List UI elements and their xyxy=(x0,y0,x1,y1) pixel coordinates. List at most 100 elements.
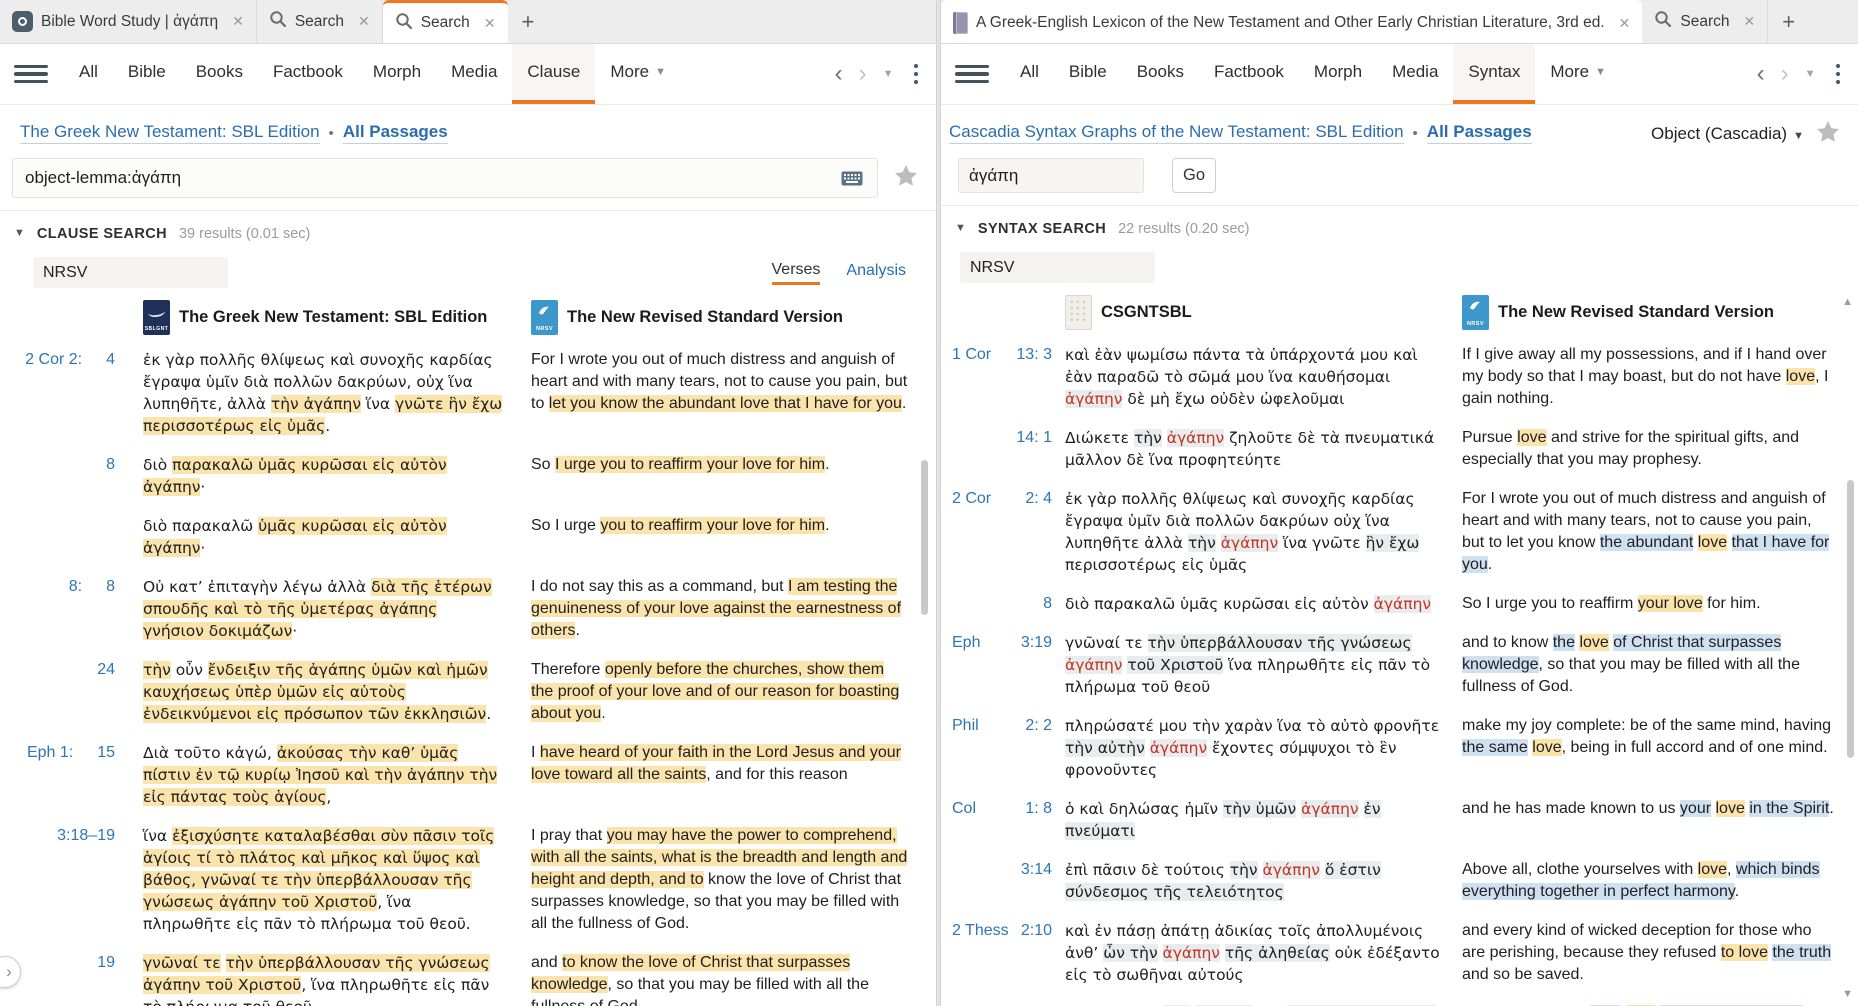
verse-number[interactable]: 2: 4 xyxy=(1025,488,1052,576)
reference-link[interactable]: Eph 1: xyxy=(27,742,73,808)
verse-number[interactable]: 3:19 xyxy=(1021,632,1052,698)
triangle-down-icon[interactable]: ▼ xyxy=(955,222,966,234)
back-button[interactable]: ‹ xyxy=(1757,62,1765,86)
tab-verses[interactable]: Verses xyxy=(771,261,821,285)
book-name[interactable]: Col xyxy=(952,798,976,842)
column-header-nrsv[interactable]: NRSV The New Revised Standard Version xyxy=(1462,295,1834,330)
toolbar-item-factbook[interactable]: Factbook xyxy=(1199,44,1299,104)
book-name[interactable]: 1 Cor xyxy=(952,344,991,410)
toolbar-item-syntax[interactable]: Syntax xyxy=(1453,44,1536,104)
verse-number[interactable]: 8 xyxy=(106,454,115,498)
highlight-segment: τὴν xyxy=(1187,534,1216,552)
forward-button[interactable]: › xyxy=(1781,62,1789,86)
highlight-segment: love xyxy=(1532,739,1562,756)
new-tab-button[interactable]: + xyxy=(508,10,549,33)
text-segment: and to know xyxy=(1462,634,1553,651)
toolbar-item-media[interactable]: Media xyxy=(436,44,512,104)
highlight-segment: love xyxy=(1715,800,1745,817)
back-button[interactable]: ‹ xyxy=(835,62,843,86)
verse-number[interactable]: 3:14 xyxy=(1021,859,1052,903)
all-passages-link[interactable]: All Passages xyxy=(1426,122,1532,144)
close-icon[interactable]: ✕ xyxy=(484,15,496,32)
toolbar-nav-controls: ‹ › ▼ xyxy=(1757,44,1844,104)
verse-number[interactable]: 2:10 xyxy=(1021,920,1052,986)
verse-number[interactable]: 24 xyxy=(97,659,115,725)
verse-number[interactable]: 3:18–19 xyxy=(57,825,115,935)
toolbar-item-media[interactable]: Media xyxy=(1377,44,1453,104)
scroll-down-arrow-icon[interactable]: ▼ xyxy=(1842,988,1853,1000)
toolbar-item-books[interactable]: Books xyxy=(181,44,258,104)
book-name[interactable]: 2 Thess xyxy=(952,920,1009,986)
history-dropdown-icon[interactable]: ▼ xyxy=(883,68,894,80)
toolbar-item-all[interactable]: All xyxy=(64,44,113,104)
book-name[interactable]: Phil xyxy=(952,715,979,781)
column-header-nrsv[interactable]: NRSV The New Revised Standard Version xyxy=(531,300,909,335)
scroll-up-arrow-icon[interactable]: ▲ xyxy=(1842,296,1853,308)
close-icon[interactable]: ✕ xyxy=(358,13,370,30)
favorite-star-icon[interactable] xyxy=(894,164,918,192)
triangle-down-icon[interactable]: ▼ xyxy=(14,227,25,239)
all-passages-link[interactable]: All Passages xyxy=(342,122,448,144)
close-icon[interactable]: ✕ xyxy=(1619,15,1631,32)
tab-search[interactable]: Search ✕ xyxy=(1642,0,1769,43)
right-section-header: ▼ SYNTAX SEARCH 22 results (0.20 sec) xyxy=(955,221,1858,237)
tab-search[interactable]: Search ✕ xyxy=(382,0,508,43)
column-header-sblgnt[interactable]: SBLGNT The Greek New Testament: SBL Edit… xyxy=(143,300,503,335)
toolbar-item-more[interactable]: More ▼ xyxy=(595,44,681,104)
verse-number[interactable]: 4 xyxy=(106,349,115,437)
version-selector-nrsv[interactable]: NRSV xyxy=(33,257,228,288)
book-name[interactable]: Eph xyxy=(952,632,980,698)
reference-link[interactable]: 2 Cor 2: xyxy=(25,349,82,437)
tab-search[interactable]: Search ✕ xyxy=(257,0,383,43)
text-segment: make my joy complete: be of the same min… xyxy=(1462,717,1832,734)
forward-button[interactable]: › xyxy=(859,62,867,86)
object-dropdown[interactable]: Object (Cascadia) ▼ xyxy=(1651,124,1804,144)
toolbar-item-books[interactable]: Books xyxy=(1122,44,1199,104)
tab-bible-word-study[interactable]: Bible Word Study | ἀγάπη ✕ xyxy=(0,0,257,43)
tab-a-greek-english[interactable]: A Greek-English Lexicon of the New Testa… xyxy=(941,0,1643,43)
tab-analysis[interactable]: Analysis xyxy=(846,262,906,283)
version-selector-nrsv[interactable]: NRSV xyxy=(960,252,1155,283)
syntax-search-input[interactable]: ἀγάπη xyxy=(958,158,1144,193)
verse-number[interactable]: 1: 8 xyxy=(1025,798,1052,842)
column-header-csgntsbl[interactable]: CSGNTSBL xyxy=(1065,295,1449,330)
toolbar-item-bible[interactable]: Bible xyxy=(113,44,181,104)
right-scrollbar-thumb[interactable] xyxy=(1847,480,1854,758)
hamburger-menu-icon[interactable] xyxy=(14,44,48,104)
toolbar-item-bible[interactable]: Bible xyxy=(1054,44,1122,104)
toolbar-item-factbook[interactable]: Factbook xyxy=(258,44,358,104)
toolbar-item-morph[interactable]: Morph xyxy=(1299,44,1377,104)
highlight-segment: the truth xyxy=(1772,944,1832,961)
resource-link[interactable]: Cascadia Syntax Graphs of the New Testam… xyxy=(949,122,1404,144)
verse-number[interactable]: 2: 2 xyxy=(1025,715,1052,781)
left-scrollbar-thumb[interactable] xyxy=(921,460,928,615)
link-separator: • xyxy=(1412,124,1418,142)
toolbar-item-more[interactable]: More ▼ xyxy=(1535,44,1621,104)
kebab-menu-icon[interactable] xyxy=(1832,63,1845,85)
reference-link[interactable]: 8: xyxy=(69,576,82,642)
resource-link[interactable]: The Greek New Testament: SBL Edition xyxy=(20,122,320,144)
verse-number[interactable]: 13: 3 xyxy=(1016,344,1052,410)
english-text: So I urge you to reaffirm your love for … xyxy=(531,454,909,498)
close-icon[interactable]: ✕ xyxy=(1744,13,1756,30)
reference-cell: Eph 3:19 xyxy=(952,632,1052,698)
verse-number[interactable]: 8 xyxy=(1043,593,1052,615)
go-button[interactable]: Go xyxy=(1172,158,1217,193)
history-dropdown-icon[interactable]: ▼ xyxy=(1805,68,1816,80)
hamburger-menu-icon[interactable] xyxy=(955,44,989,104)
close-icon[interactable]: ✕ xyxy=(232,13,244,30)
toolbar-item-all[interactable]: All xyxy=(1005,44,1054,104)
book-name[interactable]: 2 Cor xyxy=(952,488,991,576)
match-term: ἀγάπην xyxy=(1262,861,1320,879)
verse-number[interactable]: 15 xyxy=(97,742,115,808)
toolbar-item-clause[interactable]: Clause xyxy=(512,44,596,104)
verse-number[interactable]: 14: 1 xyxy=(1016,427,1052,471)
kebab-menu-icon[interactable] xyxy=(910,63,923,85)
toolbar-item-morph[interactable]: Morph xyxy=(358,44,436,104)
verse-number[interactable]: 19 xyxy=(97,952,115,1006)
favorite-star-icon[interactable] xyxy=(1816,120,1840,148)
verse-number[interactable]: 8 xyxy=(106,576,115,642)
clause-search-input[interactable]: object-lemma:ἀγάπη xyxy=(12,158,878,198)
new-tab-button[interactable]: + xyxy=(1768,10,1809,33)
keyboard-icon[interactable] xyxy=(841,171,863,191)
